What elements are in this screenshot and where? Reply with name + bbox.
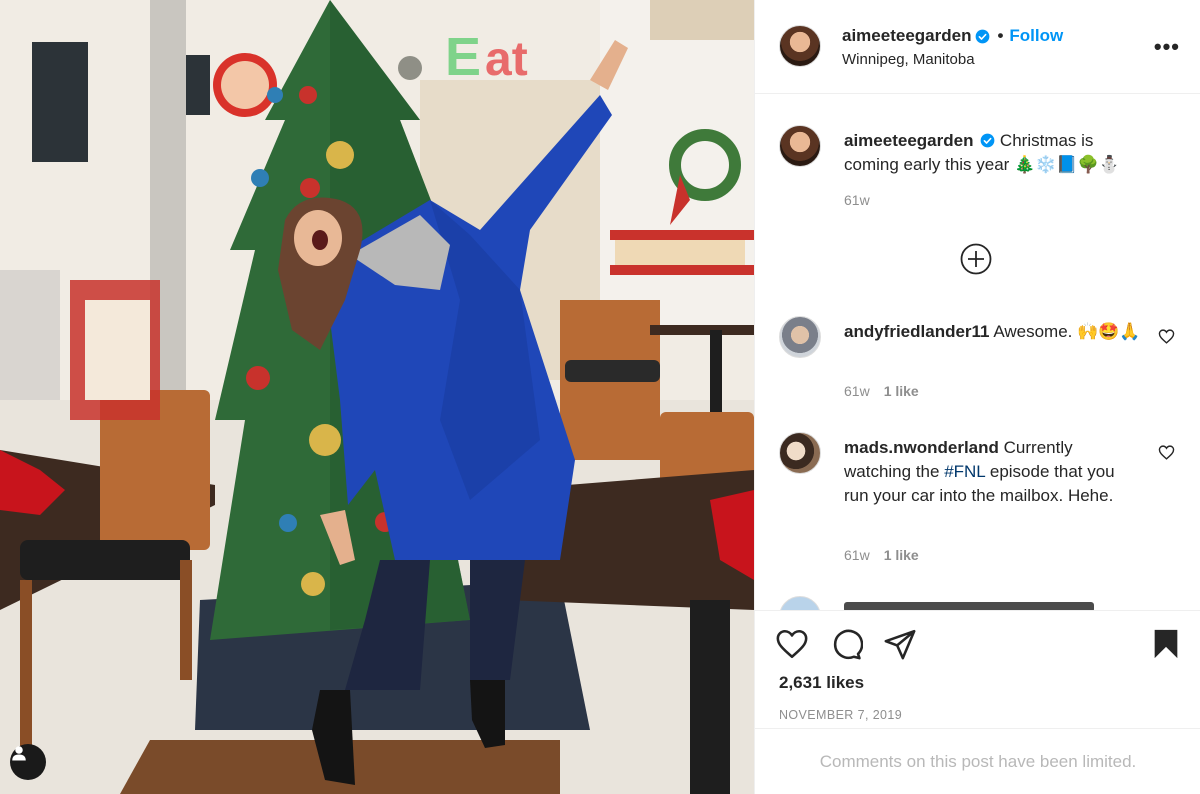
caption-avatar[interactable] (779, 125, 821, 167)
hashtag-link[interactable]: #FNL (944, 462, 985, 481)
commenter-avatar[interactable] (779, 596, 821, 610)
comment-text: Awesome. 🙌🤩🙏 (993, 322, 1141, 341)
caption-time[interactable]: 61w (844, 192, 870, 208)
verified-badge-icon (980, 133, 995, 148)
person-icon (12, 746, 26, 761)
load-more-comments-icon[interactable] (960, 243, 992, 275)
comment-meta: 61w 1 like (844, 547, 919, 563)
comment-time[interactable]: 61w (844, 383, 870, 399)
svg-text:E: E (445, 27, 481, 87)
photo-scene: E at (0, 0, 754, 794)
like-comment-heart-icon[interactable] (1158, 328, 1175, 345)
svg-text:at: at (485, 33, 528, 86)
follow-button[interactable]: Follow (1009, 26, 1063, 46)
post-date[interactable]: NOVEMBER 7, 2019 (779, 708, 902, 722)
like-heart-icon[interactable] (775, 627, 809, 661)
location-link[interactable]: Winnipeg, Manitoba (842, 51, 975, 68)
post-side-panel: aimeeteegarden • Follow Winnipeg, Manito… (754, 0, 1200, 794)
caption-body: aimeeteegarden Christmas is coming early… (844, 129, 1144, 177)
caption-username[interactable]: aimeeteegarden (844, 131, 973, 150)
dot-separator: • (997, 26, 1004, 45)
comments-limited-notice: Comments on this post have been limited. (755, 728, 1200, 794)
comment-time[interactable]: 61w (844, 547, 870, 563)
comment-body: andyfriedlander11 Awesome. 🙌🤩🙏 (844, 320, 1144, 344)
comment-username[interactable]: mads.nwonderland (844, 438, 999, 457)
comment-bubble-icon[interactable] (829, 627, 863, 661)
share-paper-plane-icon[interactable] (883, 627, 917, 661)
likes-count[interactable]: 2,631 likes (779, 673, 864, 693)
verified-badge-icon (976, 29, 990, 43)
commenter-avatar[interactable] (779, 432, 821, 474)
comment-body: mads.nwonderland Currently watching the … (844, 436, 1124, 508)
author-username[interactable]: aimeeteegarden (842, 26, 971, 46)
commenter-avatar[interactable] (779, 316, 821, 358)
comment-meta: 61w 1 like (844, 383, 919, 399)
author-avatar[interactable] (779, 25, 821, 67)
post-actions: 2,631 likes NOVEMBER 7, 2019 (755, 610, 1200, 728)
comment-text-clipped (844, 602, 1094, 610)
post-photo[interactable]: E at (0, 0, 754, 794)
like-comment-heart-icon[interactable] (1158, 444, 1175, 461)
comment-username[interactable]: andyfriedlander11 (844, 322, 990, 341)
comment-likes[interactable]: 1 like (884, 383, 919, 399)
comments-list[interactable]: aimeeteegarden Christmas is coming early… (755, 95, 1200, 610)
comment-likes[interactable]: 1 like (884, 547, 919, 563)
author-line: aimeeteegarden • Follow (842, 26, 1063, 46)
more-options-icon[interactable]: ••• (1154, 34, 1180, 60)
post-header: aimeeteegarden • Follow Winnipeg, Manito… (755, 0, 1200, 94)
save-bookmark-icon[interactable] (1149, 627, 1183, 661)
tagged-user-icon[interactable] (10, 744, 46, 780)
